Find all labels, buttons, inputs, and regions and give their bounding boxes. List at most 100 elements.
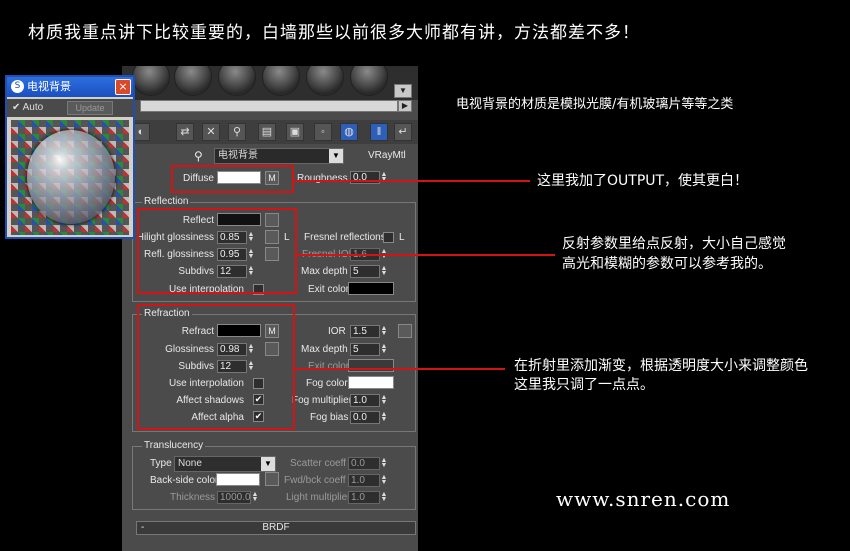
auto-label: Auto — [22, 102, 44, 113]
preview-title-bar[interactable]: S 电视背景 × — [7, 77, 133, 97]
sample-slot[interactable] — [132, 66, 170, 96]
sample-slot[interactable] — [218, 66, 256, 96]
auto-checkbox[interactable]: ✔ Auto — [12, 102, 43, 113]
refraction-callout-line — [295, 368, 505, 370]
sample-slot[interactable] — [262, 66, 300, 96]
page-title: 材质我重点讲下比较重要的，白墙那些以前很多大师都有讲，方法都差不多！ — [28, 23, 640, 43]
collapse-icon[interactable]: - — [141, 522, 144, 534]
pick-material-icon[interactable]: ⚲ — [194, 149, 203, 163]
thickness-value: 1000.0 — [220, 492, 251, 503]
refr-max-depth-value: 5 — [353, 344, 359, 355]
spinner-arrows-icon[interactable]: ▲▼ — [380, 491, 388, 503]
spinner-arrows-icon[interactable]: ▲▼ — [380, 474, 388, 486]
sample-slot[interactable] — [350, 66, 388, 96]
refr-max-depth-spinner[interactable]: 5 ▲ ▼ — [350, 343, 387, 356]
checker-icon[interactable]: ◍ — [340, 123, 358, 141]
ior-map-button[interactable] — [398, 324, 412, 338]
put-to-scene-icon[interactable]: ⇄ — [176, 123, 194, 141]
reflection-note-line-2: 高光和模糊的参数可以参考我的。 — [562, 256, 772, 272]
spinner-arrows-icon[interactable]: ▲▼ — [380, 411, 388, 423]
chevron-down-icon[interactable]: ▼ — [329, 149, 343, 163]
delete-icon[interactable]: ✕ — [202, 123, 220, 141]
roughness-label: Roughness — [297, 173, 348, 184]
refr-max-depth-label: Max depth — [301, 344, 348, 355]
fwd-bck-coeff-value: 1.0 — [351, 475, 365, 486]
ior-value: 1.5 — [353, 326, 367, 337]
put-to-library-icon[interactable]: ▣ — [286, 123, 304, 141]
show-map-icon[interactable]: ◦ — [314, 123, 332, 141]
reflection-highlight-box — [137, 208, 297, 294]
diffuse-note: 这里我加了OUTPUT，使其更白！ — [537, 173, 749, 189]
preview-title: 电视背景 — [27, 80, 71, 93]
show-end-result-icon[interactable]: ‖ — [370, 123, 388, 141]
update-button[interactable]: Update — [67, 101, 113, 115]
backside-color-swatch[interactable] — [216, 473, 260, 486]
light-multiplier-value: 1.0 — [351, 492, 365, 503]
fresnel-lock-button[interactable]: L — [399, 232, 405, 243]
material-name-field[interactable]: 电视背景 ▼ — [214, 148, 344, 164]
sample-slots — [122, 66, 418, 100]
brdf-label: BRDF — [262, 522, 290, 533]
make-unique-icon[interactable]: ⚲ — [228, 123, 246, 141]
ior-label: IOR — [328, 326, 346, 337]
spinner-arrows-icon[interactable]: ▲▼ — [251, 491, 259, 503]
fog-color-swatch[interactable] — [348, 376, 394, 389]
spinner-arrows-icon[interactable]: ▲▼ — [380, 457, 388, 469]
scatter-coeff-value: 0.0 — [351, 458, 365, 469]
material-description-note: 电视背景的材质是模拟光膜/有机玻璃片等等之类 — [456, 97, 734, 112]
fog-multiplier-label: Fog multiplier — [292, 395, 353, 406]
fwd-bck-coeff-spinner[interactable]: 1.0 ▲ ▼ — [348, 474, 387, 487]
material-type-button[interactable]: VRayMtl — [368, 150, 406, 161]
preview-render — [11, 120, 129, 235]
material-id-icon[interactable]: ▤ — [258, 123, 276, 141]
thickness-label: Thickness — [170, 492, 216, 503]
refraction-note-line-1: 在折射里添加渐变，根据透明度大小来调整颜色 — [514, 358, 808, 374]
reflection-note-line-1: 反射参数里给点反射，大小自己感觉 — [562, 236, 786, 252]
fwd-bck-coeff-label: Fwd/bck coeff — [284, 475, 346, 486]
refr-exit-color-swatch[interactable] — [348, 359, 394, 372]
thickness-spinner[interactable]: 1000.0 ▲ ▼ — [217, 491, 258, 504]
horizontal-scrollbar[interactable] — [140, 100, 398, 112]
scatter-coeff-spinner[interactable]: 0.0 ▲ ▼ — [348, 457, 387, 470]
spinner-arrows-icon[interactable]: ▲▼ — [380, 343, 388, 355]
spinner-arrows-icon[interactable]: ▲▼ — [380, 265, 388, 277]
refl-exit-color-label: Exit color — [308, 284, 350, 295]
scatter-coeff-label: Scatter coeff — [290, 458, 346, 469]
refraction-highlight-box — [137, 304, 295, 430]
fresnel-checkbox[interactable] — [383, 232, 394, 243]
fog-multiplier-spinner[interactable]: 1.0 ▲ ▼ — [350, 394, 387, 407]
scroll-right-icon[interactable]: ▶ — [398, 100, 412, 112]
material-toolbar: ◐ ⇄ ✕ ⚲ ▤ ▣ ◦ ◍ ‖ ↵ — [122, 120, 418, 144]
refl-exit-color-swatch[interactable] — [348, 282, 394, 295]
close-icon[interactable]: × — [115, 79, 131, 95]
material-name-row: ⚲ 电视背景 ▼ VRayMtl — [122, 146, 418, 166]
brdf-rollout[interactable]: - BRDF — [136, 521, 416, 535]
refl-max-depth-label: Max depth — [301, 266, 348, 277]
spinner-arrows-icon[interactable]: ▲▼ — [380, 325, 388, 337]
sample-slot[interactable] — [306, 66, 344, 96]
go-to-parent-icon[interactable]: ↵ — [394, 123, 412, 141]
scroll-down-icon[interactable]: ▼ — [394, 84, 412, 98]
fog-bias-spinner[interactable]: 0.0 ▲ ▼ — [350, 411, 387, 424]
roughness-spinner[interactable]: 0.0▲▼ — [350, 171, 387, 184]
reflection-group-label: Reflection — [142, 196, 191, 207]
backside-map-button[interactable] — [265, 472, 279, 486]
refr-exit-color-label: Exit color — [308, 361, 350, 372]
translucency-type-value: None — [178, 458, 202, 469]
diffuse-highlight-box — [171, 165, 294, 193]
translucency-type-dropdown[interactable]: None ▼ — [174, 456, 276, 472]
refl-max-depth-spinner[interactable]: 5 ▲ ▼ — [350, 265, 387, 278]
ior-spinner[interactable]: 1.5 ▲ ▼ — [350, 325, 387, 338]
refl-max-depth-value: 5 — [353, 266, 359, 277]
light-multiplier-spinner[interactable]: 1.0 ▲ ▼ — [348, 491, 387, 504]
diffuse-callout-line — [294, 180, 530, 182]
material-preview-window: S 电视背景 × ✔ Auto Update — [5, 75, 135, 239]
chevron-down-icon[interactable]: ▼ — [261, 457, 275, 471]
spinner-arrows-icon[interactable]: ▲▼ — [380, 394, 388, 406]
backside-color-label: Back-side color — [150, 475, 219, 486]
fog-color-label: Fog color — [306, 378, 348, 389]
reflection-callout-line — [297, 254, 555, 256]
sample-slot[interactable] — [174, 66, 212, 96]
translucency-group-label: Translucency — [142, 440, 206, 451]
fog-bias-value: 0.0 — [353, 412, 367, 423]
